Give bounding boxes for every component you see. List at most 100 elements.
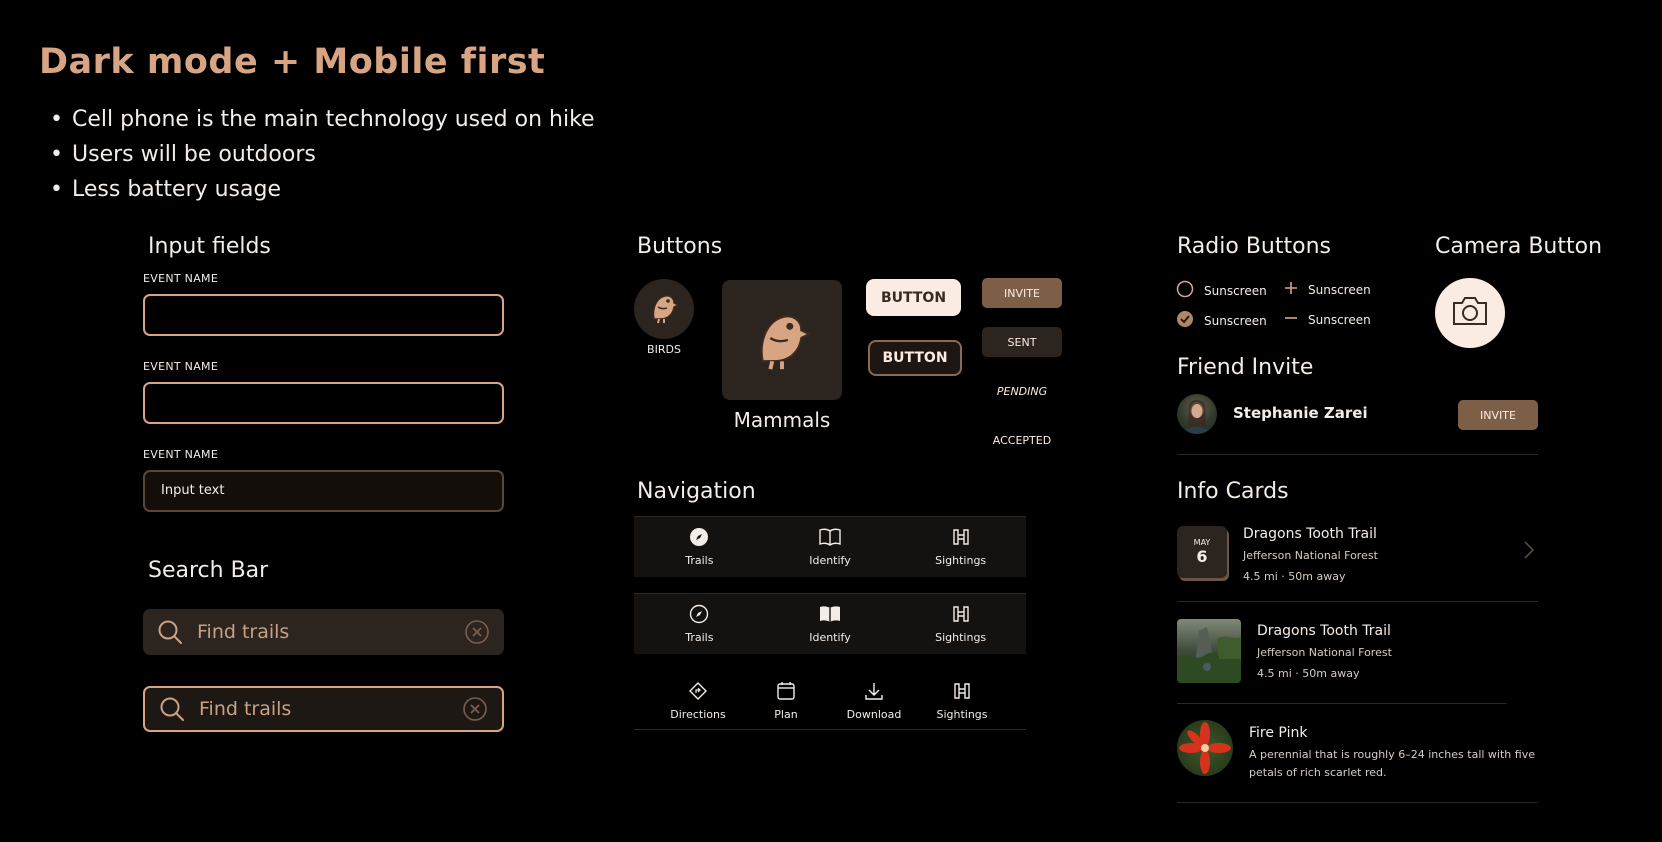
search-placeholder: Find trails <box>199 698 292 720</box>
minus-icon <box>1284 310 1298 329</box>
bullet-list: Cell phone is the main technology used o… <box>50 102 595 207</box>
bullet-item: Users will be outdoors <box>50 137 595 172</box>
camera-icon <box>1451 295 1489 331</box>
binoculars-icon <box>951 527 971 554</box>
nav-label: Download <box>846 707 902 721</box>
invite-friend-button[interactable]: INVITE <box>1458 400 1538 430</box>
info-cards-heading: Info Cards <box>1177 479 1289 504</box>
binoculars-icon <box>952 681 972 708</box>
compass-icon <box>689 604 709 631</box>
nav-item-download[interactable]: Download <box>830 681 918 721</box>
plant-photo <box>1177 720 1233 776</box>
search-placeholder: Find trails <box>197 621 290 643</box>
pending-status: PENDING <box>996 384 1048 398</box>
search-bar-heading: Search Bar <box>148 558 269 583</box>
radio-label: Sunscreen <box>1308 312 1371 327</box>
bullet-item: Cell phone is the main technology used o… <box>50 102 595 137</box>
card-meta: 4.5 mi · 50m away <box>1243 570 1346 583</box>
directions-icon <box>688 681 708 708</box>
date-day: 6 <box>1196 547 1208 566</box>
secondary-button[interactable]: BUTTON <box>868 340 962 376</box>
card-subtitle: Jefferson National Forest <box>1257 646 1392 659</box>
divider <box>1177 454 1538 455</box>
radio-option[interactable]: Sunscreen <box>1176 280 1267 302</box>
book-icon <box>819 527 841 554</box>
primary-button[interactable]: BUTTON <box>866 279 961 316</box>
radio-empty-icon <box>1176 280 1194 302</box>
card-title: Dragons Tooth Trail <box>1243 526 1377 542</box>
invite-button[interactable]: INVITE <box>982 278 1062 308</box>
search-bar-focused[interactable]: Find trails <box>143 686 504 732</box>
nav-item-sightings[interactable]: Sightings <box>918 681 1006 721</box>
nav-item-trails[interactable]: Trails <box>654 527 744 567</box>
camera-button-heading: Camera Button <box>1435 234 1603 259</box>
friend-invite-heading: Friend Invite <box>1177 355 1314 380</box>
plus-icon <box>1284 280 1298 299</box>
field-label: EVENT NAME <box>143 360 219 373</box>
nav-item-plan[interactable]: Plan <box>742 681 830 721</box>
birds-label: BIRDS <box>647 343 681 356</box>
nav-item-trails[interactable]: Trails <box>654 604 744 644</box>
clear-icon[interactable] <box>464 619 490 645</box>
camera-button[interactable] <box>1435 278 1505 348</box>
info-card-event[interactable]: MAY 6 Dragons Tooth Trail Jefferson Nati… <box>1177 526 1538 602</box>
card-meta: 4.5 mi · 50m away <box>1257 667 1360 680</box>
clear-icon[interactable] <box>462 696 488 722</box>
date-month: MAY <box>1193 538 1211 547</box>
card-title: Dragons Tooth Trail <box>1257 623 1391 639</box>
trail-photo <box>1177 619 1241 683</box>
search-bar[interactable]: Find trails <box>143 609 504 655</box>
card-description: A perennial that is roughly 6–24 inches … <box>1249 748 1535 761</box>
radio-checked-icon <box>1176 310 1194 332</box>
nav-bar-trail-actions: Directions Plan Download Sightings <box>634 672 1026 730</box>
chevron-right-icon[interactable] <box>1523 540 1535 564</box>
bird-icon <box>646 289 682 329</box>
remove-option[interactable]: Sunscreen <box>1284 310 1371 329</box>
input-fields-heading: Input fields <box>148 234 271 259</box>
info-card-plant[interactable]: Fire Pink A perennial that is roughly 6–… <box>1177 720 1538 782</box>
nav-label: Directions <box>670 707 726 721</box>
card-subtitle: Jefferson National Forest <box>1243 549 1378 562</box>
nav-item-directions[interactable]: Directions <box>654 681 742 721</box>
nav-item-sightings[interactable]: Sightings <box>916 527 1006 567</box>
download-icon <box>864 681 884 708</box>
event-name-input[interactable] <box>143 382 504 424</box>
radio-label: Sunscreen <box>1308 282 1371 297</box>
add-option[interactable]: Sunscreen <box>1284 280 1371 299</box>
nav-label: Identify <box>809 631 851 644</box>
binoculars-icon <box>951 604 971 631</box>
nav-label: Sightings <box>935 554 987 567</box>
nav-label: Sightings <box>935 631 987 644</box>
radio-option-checked[interactable]: Sunscreen <box>1176 310 1267 332</box>
nav-item-identify[interactable]: Identify <box>785 527 875 567</box>
bird-icon <box>747 303 817 377</box>
book-icon <box>819 604 841 631</box>
radio-label: Sunscreen <box>1204 284 1267 298</box>
nav-label: Plan <box>774 707 798 721</box>
field-label: EVENT NAME <box>143 272 219 285</box>
nav-item-sightings[interactable]: Sightings <box>916 604 1006 644</box>
field-label: EVENT NAME <box>143 448 219 461</box>
radio-buttons-heading: Radio Buttons <box>1177 234 1331 259</box>
birds-category-button[interactable] <box>634 279 694 339</box>
event-name-input[interactable] <box>143 294 504 336</box>
nav-label: Trails <box>685 631 714 644</box>
info-card-trail[interactable]: Dragons Tooth Trail Jefferson National F… <box>1177 619 1517 689</box>
divider <box>1177 802 1538 803</box>
card-title: Fire Pink <box>1249 725 1308 741</box>
calendar-icon <box>776 681 796 708</box>
friend-name: Stephanie Zarei <box>1233 404 1368 422</box>
nav-item-identify[interactable]: Identify <box>785 604 875 644</box>
buttons-heading: Buttons <box>637 234 723 259</box>
sent-button[interactable]: SENT <box>982 327 1062 357</box>
avatar <box>1177 394 1217 434</box>
event-name-input[interactable]: Input text <box>143 470 504 512</box>
mammals-category-button[interactable] <box>722 280 842 400</box>
mammals-label: Mammals <box>733 408 831 432</box>
divider <box>1177 703 1507 704</box>
search-icon <box>157 619 183 645</box>
date-badge: MAY 6 <box>1177 526 1227 578</box>
navigation-heading: Navigation <box>637 479 756 504</box>
nav-bar-trails-active: Trails Identify Sightings <box>634 516 1026 577</box>
accepted-status: ACCEPTED <box>992 433 1052 447</box>
